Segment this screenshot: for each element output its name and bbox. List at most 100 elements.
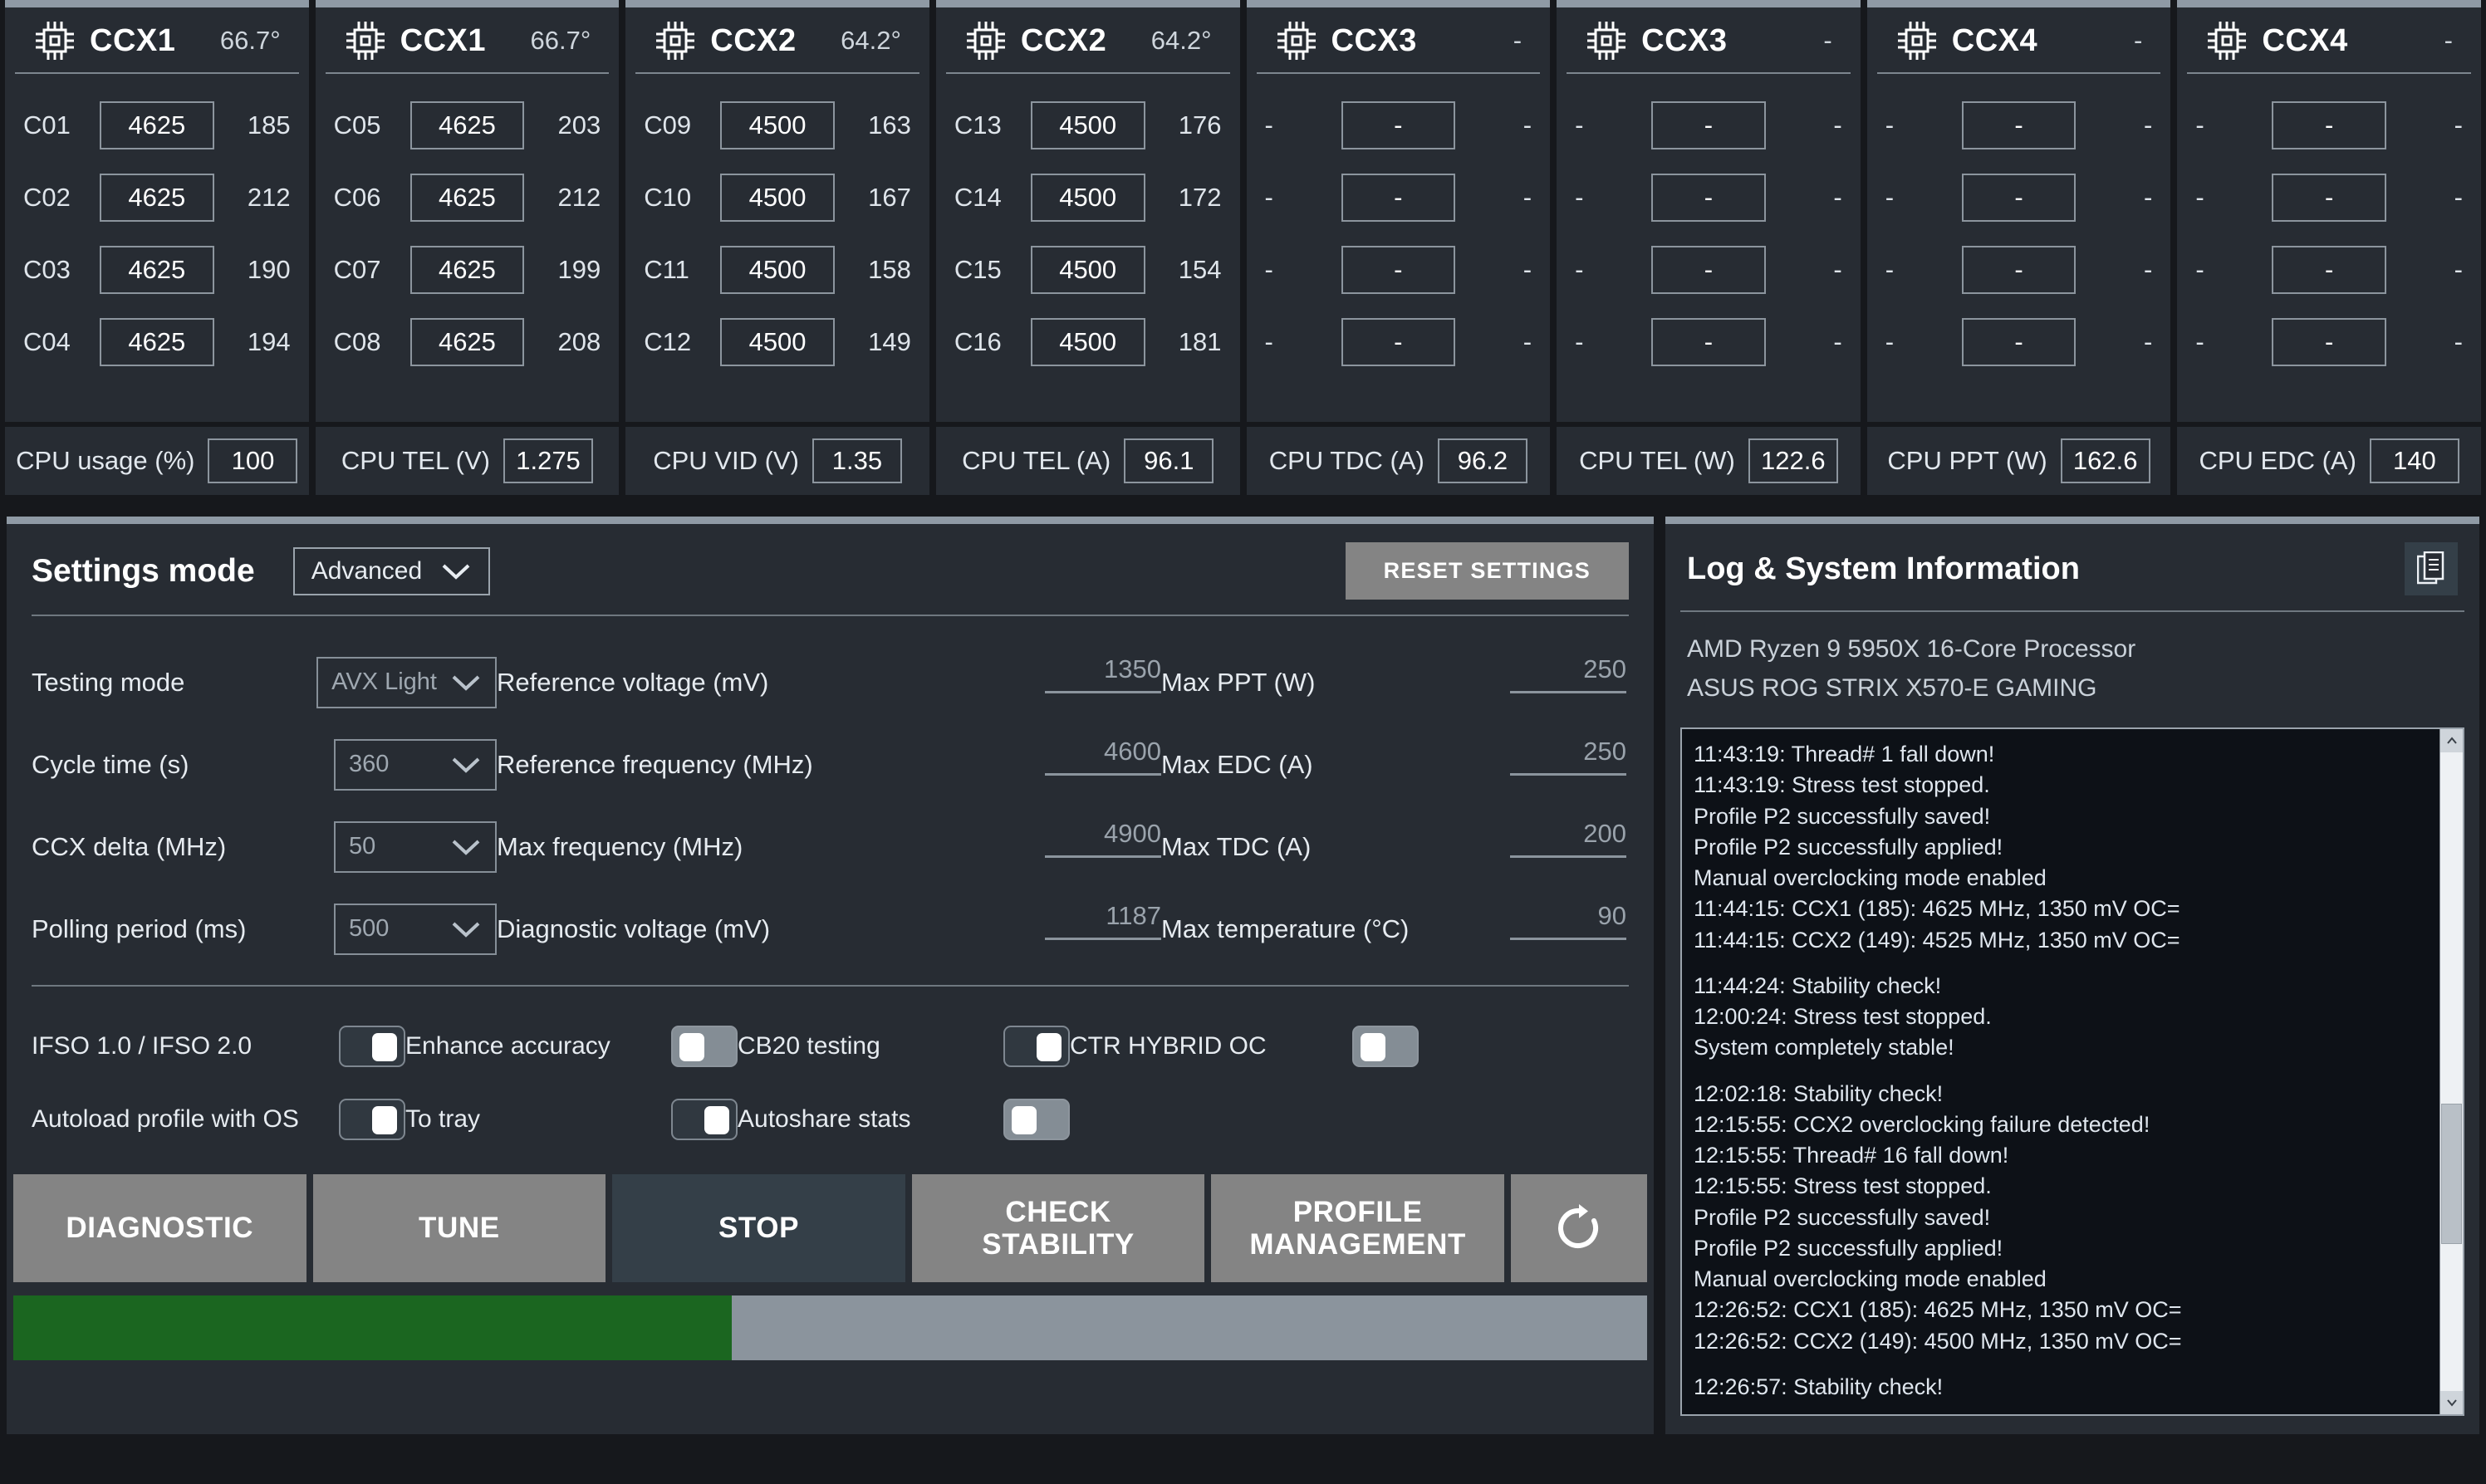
core-frequency-input[interactable]: - <box>1341 245 1456 294</box>
core-frequency-input[interactable]: 4625 <box>100 100 214 149</box>
toggle-column-1: IFSO 1.0 / IFSO 2.0 Autoload profile with… <box>32 1010 405 1156</box>
action-button-tune[interactable]: TUNE <box>312 1174 606 1282</box>
metric-value: 100 <box>208 438 298 483</box>
toggle-row: To tray <box>405 1083 738 1156</box>
core-frequency-input[interactable]: 4500 <box>1030 100 1145 149</box>
toggle-switch[interactable] <box>1352 1026 1419 1067</box>
toggle-label: Autoshare stats <box>738 1105 911 1133</box>
ccx-temperature: 64.2° <box>841 26 901 55</box>
core-score: - <box>2454 182 2463 212</box>
core-frequency-input[interactable]: 4500 <box>1030 173 1145 222</box>
log-scrollbar[interactable] <box>2439 729 2463 1414</box>
refresh-button[interactable] <box>1510 1174 1647 1282</box>
core-frequency-input[interactable]: 4500 <box>1030 245 1145 294</box>
action-button-diagnostic[interactable]: DIAGNOSTIC <box>13 1174 306 1282</box>
core-frequency-input[interactable]: - <box>2272 317 2386 366</box>
core-frequency-input[interactable]: - <box>1341 100 1456 149</box>
toggle-switch[interactable] <box>339 1099 405 1140</box>
toggle-row: CB20 testing <box>738 1010 1070 1083</box>
core-frequency-input[interactable]: - <box>2272 173 2386 222</box>
core-frequency-input[interactable]: 4625 <box>100 317 214 366</box>
core-frequency-input[interactable]: - <box>1651 317 1766 366</box>
scroll-down-icon[interactable] <box>2440 1391 2463 1414</box>
reset-settings-button[interactable]: RESET SETTINGS <box>1345 542 1629 600</box>
toggle-switch[interactable] <box>671 1099 738 1140</box>
toggle-knob <box>1361 1033 1385 1061</box>
setting-number-input[interactable]: 1187 <box>1045 901 1161 940</box>
core-label: C02 <box>23 182 71 212</box>
core-score: 167 <box>868 182 911 212</box>
metric-card: CPU usage (%) 100 <box>5 427 309 495</box>
setting-number-input[interactable]: 4900 <box>1045 819 1161 858</box>
setting-number-input[interactable]: 1350 <box>1045 654 1161 693</box>
ccx-card-header: CCX3 - <box>1567 7 1851 74</box>
setting-dropdown[interactable]: AVX Light <box>316 656 497 708</box>
action-button-stop[interactable]: STOP <box>612 1174 905 1282</box>
ccx-title: CCX2 <box>1020 22 1107 58</box>
setting-number-input[interactable]: 90 <box>1510 901 1626 940</box>
core-label: - <box>1575 110 1584 140</box>
core-frequency-input[interactable]: - <box>1651 100 1766 149</box>
core-frequency-input[interactable]: 4500 <box>1030 317 1145 366</box>
core-frequency-input[interactable]: - <box>2272 245 2386 294</box>
chevron-down-icon <box>450 919 482 939</box>
ccx-card-header: CCX2 64.2° <box>635 7 919 74</box>
core-label: C07 <box>333 254 381 284</box>
core-score: - <box>2144 182 2153 212</box>
core-score: 203 <box>557 110 601 140</box>
core-frequency-input[interactable]: 4625 <box>100 245 214 294</box>
toggle-switch[interactable] <box>1003 1099 1070 1140</box>
setting-number-input[interactable]: 4600 <box>1045 737 1161 776</box>
core-frequency-input[interactable]: - <box>1961 173 2077 222</box>
scrollbar-track[interactable] <box>2440 752 2463 1391</box>
cpu-icon <box>2205 19 2248 62</box>
scrollbar-thumb[interactable] <box>2441 1103 2462 1245</box>
core-label: - <box>2195 110 2204 140</box>
setting-dropdown[interactable]: 360 <box>334 738 497 791</box>
ccx-panel-row: CCX1 66.7° C01 4625 185 C02 4625 212 C03 4625 190 C… <box>0 0 2486 422</box>
cpu-icon <box>33 19 76 62</box>
settings-panel: Settings mode Advanced RESET SETTINGS Te… <box>7 517 1654 1434</box>
core-label: - <box>2195 254 2204 284</box>
core-frequency-input[interactable]: - <box>1341 317 1456 366</box>
core-frequency-input[interactable]: 4625 <box>409 317 525 366</box>
core-frequency-input[interactable]: - <box>1341 173 1456 222</box>
core-frequency-input[interactable]: 4500 <box>720 245 835 294</box>
core-frequency-input[interactable]: 4500 <box>720 317 835 366</box>
settings-grid: Testing mode AVX Light Cycle time (s) 360 CC… <box>7 616 1654 970</box>
cpu-icon <box>1585 19 1628 62</box>
core-frequency-input[interactable]: 4500 <box>720 173 835 222</box>
settings-mode-dropdown[interactable]: Advanced <box>292 546 491 595</box>
setting-dropdown[interactable]: 50 <box>334 820 497 873</box>
toggle-knob <box>704 1106 729 1134</box>
core-frequency-input[interactable]: 4625 <box>409 245 525 294</box>
toggle-switch[interactable] <box>1003 1026 1070 1067</box>
core-frequency-input[interactable]: 4625 <box>100 173 214 222</box>
action-button-check-stability[interactable]: CHECK STABILITY <box>911 1174 1205 1282</box>
setting-dropdown[interactable]: 500 <box>334 903 497 955</box>
metric-value: 122.6 <box>1748 438 1838 483</box>
ccx-temperature: - <box>1513 26 1522 55</box>
log-header: Log & System Information <box>1665 524 2479 610</box>
core-frequency-input[interactable]: - <box>1651 245 1766 294</box>
core-score: 199 <box>557 254 601 284</box>
core-frequency-input[interactable]: - <box>2272 100 2386 149</box>
core-frequency-input[interactable]: - <box>1961 245 2077 294</box>
core-frequency-input[interactable]: - <box>1651 173 1766 222</box>
core-frequency-input[interactable]: - <box>1961 100 2077 149</box>
log-entry: 11:44:15: CCX1 (185): 4625 MHz, 1350 mV … <box>1694 896 2180 922</box>
scroll-up-icon[interactable] <box>2440 729 2463 752</box>
core-frequency-input[interactable]: - <box>1961 317 2077 366</box>
core-frequency-input[interactable]: 4625 <box>409 100 525 149</box>
toggle-switch[interactable] <box>671 1026 738 1067</box>
action-button-profile-management[interactable]: PROFILE MANAGEMENT <box>1211 1174 1504 1282</box>
copy-log-button[interactable] <box>2405 542 2458 595</box>
core-frequency-input[interactable]: 4500 <box>720 100 835 149</box>
setting-number-input[interactable]: 200 <box>1510 819 1626 858</box>
toggle-row: IFSO 1.0 / IFSO 2.0 <box>32 1010 405 1083</box>
core-frequency-input[interactable]: 4625 <box>409 173 525 222</box>
setting-number-input[interactable]: 250 <box>1510 654 1626 693</box>
metric-card: CPU TEL (V) 1.275 <box>315 427 620 495</box>
setting-number-input[interactable]: 250 <box>1510 737 1626 776</box>
toggle-switch[interactable] <box>339 1026 405 1067</box>
